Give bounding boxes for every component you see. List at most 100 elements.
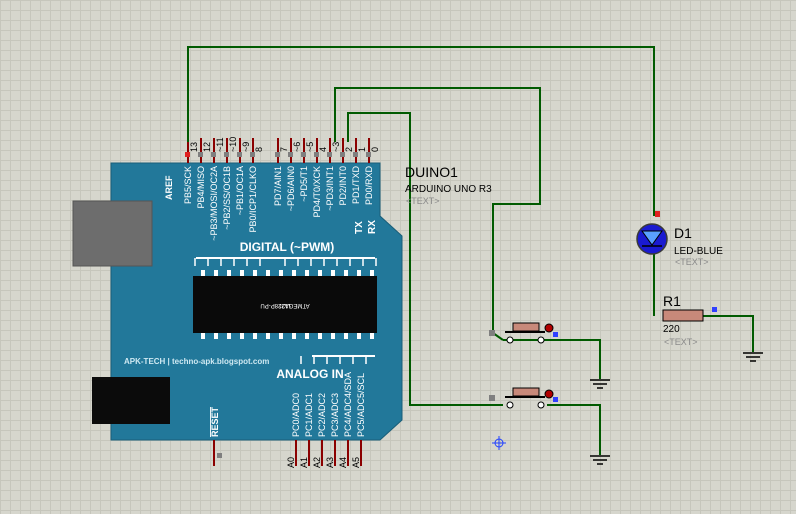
arduino-ref: DUINO1 [405, 164, 458, 180]
led-text: <TEXT> [675, 257, 709, 267]
aref-label: AREF [164, 175, 174, 200]
ground-symbol-1[interactable] [590, 379, 610, 389]
digital-pin-12[interactable]: 1 [353, 138, 367, 163]
digital-pin-1[interactable]: 12 [198, 138, 212, 163]
digital-pin-4[interactable]: ~9 [237, 138, 251, 163]
analog-label: ANALOG IN [276, 367, 343, 381]
wire-button2-gnd [547, 404, 601, 455]
digital-pin-number: 13 [189, 142, 199, 152]
chip-code: 1121 [278, 302, 292, 308]
usb-connector [72, 200, 153, 267]
digital-pin-7[interactable]: ~6 [288, 138, 302, 163]
digital-pin-9[interactable]: 4 [314, 138, 328, 163]
wire-resistor-gnd [703, 315, 754, 352]
button1-cap [512, 322, 540, 332]
analog-pin-name: PC4/ADC4/SDA [343, 372, 353, 437]
digital-pin-name: ~PD5/T1 [299, 166, 309, 202]
digital-pin-number: ~10 [228, 137, 238, 152]
schematic-svg: ATMEGA328P-PU 1121 DIGITAL (~PWM) ANALOG… [72, 46, 763, 468]
analog-pin-5[interactable]: A5 [351, 440, 362, 468]
digital-pin-name: PD7/AIN1 [273, 166, 283, 206]
digital-pin-6[interactable]: 7 [275, 138, 289, 163]
digital-pin-number: 8 [254, 147, 264, 152]
wire-button1-gnd [547, 339, 601, 379]
analog-pin-number: A0 [286, 457, 296, 468]
tx-label: TX [354, 221, 365, 234]
digital-pin-name: ~PD3/INT1 [325, 166, 335, 211]
digital-pin-3[interactable]: ~10 [224, 137, 238, 163]
analog-pin-2[interactable]: A2 [312, 440, 323, 468]
analog-pin-number: A2 [312, 457, 322, 468]
analog-pin-name: PC1/ADC1 [304, 393, 314, 437]
resistor-ref: R1 [663, 293, 681, 309]
arduino-model: ARDUINO UNO R3 [405, 184, 492, 195]
analog-pin-name: PC0/ADC0 [291, 393, 301, 437]
digital-pin-number: ~6 [292, 142, 302, 152]
led-d1[interactable]: D1 LED-BLUE <TEXT> [636, 211, 723, 267]
analog-pin-3[interactable]: A3 [325, 440, 336, 468]
digital-pin-number: 2 [344, 147, 354, 152]
button2-state-marker [553, 397, 558, 402]
digital-pin-number: 12 [202, 142, 212, 152]
schematic-canvas[interactable]: ATMEGA328P-PU 1121 DIGITAL (~PWM) ANALOG… [0, 0, 796, 514]
button2-terminal-left [506, 401, 514, 409]
digital-pin-13[interactable]: 0 [366, 138, 380, 163]
digital-pins[interactable]: 13 12 ~11 ~10 ~9 8 7 ~6 ~5 4 ~3 2 1 0 [185, 137, 380, 163]
resistor-pin-marker [712, 307, 717, 312]
led-type: LED-BLUE [674, 246, 723, 257]
digital-pin-name: ~PB1/OC1A [235, 166, 245, 215]
digital-pin-name: PB5/SCK [183, 166, 193, 204]
digital-pin-number: ~9 [241, 142, 251, 152]
analog-pin-1[interactable]: A1 [299, 440, 310, 468]
analog-pin-number: A5 [351, 457, 361, 468]
resistor-r1[interactable]: R1 220 <TEXT> [662, 293, 717, 347]
analog-pins[interactable]: A0 A1 A2 A3 A4 A5 [286, 440, 362, 468]
button1-terminal-left [506, 336, 514, 344]
digital-pin-number: ~5 [305, 142, 315, 152]
analog-pin-4[interactable]: A4 [338, 440, 349, 468]
button2-terminal-right [537, 401, 545, 409]
brand-label: APK-TECH | techno-apk.blogspot.com [124, 357, 269, 366]
led-pin-marker [655, 211, 660, 217]
button1-state-marker [553, 332, 558, 337]
analog-pin-name: PC5/ADC5/SCL [356, 373, 366, 437]
digital-pin-name: PD1/TXD [351, 166, 361, 205]
arduino-text: <TEXT> [406, 196, 440, 206]
ground-symbol-2[interactable] [590, 455, 610, 465]
reset-label: RESET [210, 406, 220, 437]
digital-pin-name: PD4/T0/XCK [312, 166, 322, 218]
button1-indicator [544, 323, 554, 333]
button2-pin-marker [489, 395, 495, 401]
digital-pin-2[interactable]: ~11 [211, 137, 225, 163]
rx-label: RX [367, 220, 378, 234]
digital-pin-number: 4 [318, 147, 328, 152]
digital-pin-number: 0 [370, 147, 380, 152]
digital-pin-name: ~PB2/SS/OC1B [222, 166, 232, 230]
digital-pin-5[interactable]: 8 [250, 138, 264, 163]
resistor-body [662, 309, 704, 322]
digital-pin-name: ~PB3/MOSI/OC2A [209, 166, 219, 241]
led-ref: D1 [674, 225, 692, 241]
analog-pin-name: PC3/ADC3 [330, 393, 340, 437]
digital-pin-name: PD0/RXD [364, 166, 374, 206]
analog-pin-0[interactable]: A0 [286, 440, 297, 468]
digital-label: DIGITAL (~PWM) [240, 240, 335, 254]
digital-pin-8[interactable]: ~5 [301, 138, 315, 163]
arduino-board[interactable]: ATMEGA328P-PU 1121 DIGITAL (~PWM) ANALOG… [72, 162, 403, 441]
ground-symbol-3[interactable] [743, 352, 763, 362]
button2-cap [512, 387, 540, 397]
power-jack [92, 377, 170, 424]
analog-pin-name: PC2/ADC2 [317, 393, 327, 437]
reset-pin-marker [217, 453, 222, 458]
analog-pin-number: A4 [338, 457, 348, 468]
analog-pin-number: A1 [299, 457, 309, 468]
digital-pin-number: 1 [357, 147, 367, 152]
digital-pin-name: ~PD6/AIN0 [286, 166, 296, 211]
digital-pin-name: PD2/INT0 [338, 166, 348, 206]
digital-pin-number: ~3 [331, 142, 341, 152]
digital-pin-name: PB0/ICP1/CLKO [248, 166, 258, 233]
resistor-value: 220 [663, 324, 680, 335]
analog-pin-number: A3 [325, 457, 335, 468]
button2-indicator [544, 389, 554, 399]
button1-pin-marker [489, 330, 495, 336]
